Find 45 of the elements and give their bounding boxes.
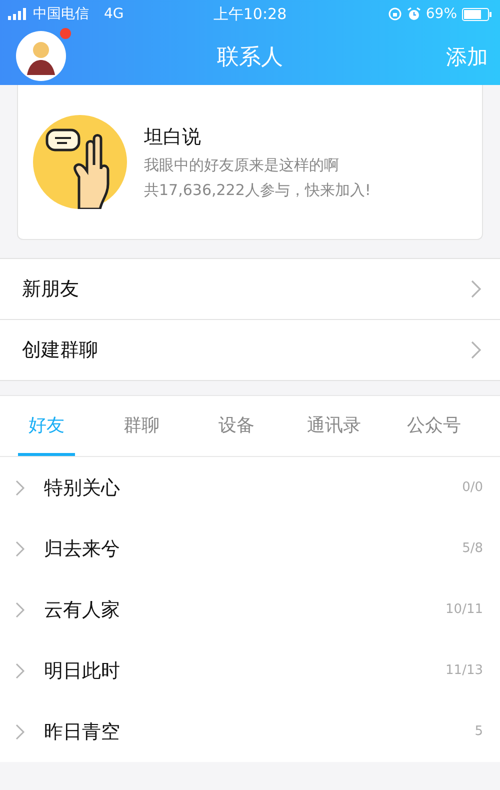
chevron-right-icon (15, 478, 25, 496)
online-count: 5/8 (462, 541, 483, 556)
online-count: 10/11 (446, 602, 483, 617)
hand-speech-icon (33, 115, 127, 209)
group-name: 归去来兮 (44, 536, 121, 562)
tab[interactable]: 公众号 (403, 396, 465, 456)
friend-group[interactable]: 昨日青空 5 (0, 701, 500, 762)
network-type: 4G (104, 6, 124, 22)
clock-time: 上午10:28 (213, 4, 287, 24)
participant-count: 共17,636,222人参与，快来加入! (144, 181, 371, 200)
promo-card[interactable]: 坦白说 我眼中的好友原来是这样的啊 共17,636,222人参与，快来加入! (17, 85, 483, 240)
friend-group[interactable]: 云有人家 10/11 (0, 579, 500, 640)
menu-label: 新朋友 (22, 277, 79, 302)
group-name: 昨日青空 (44, 720, 121, 744)
carrier-name: 中国电信 (33, 5, 89, 23)
tab[interactable]: 群聊 (113, 396, 170, 456)
online-count: 0/0 (462, 480, 483, 495)
alarm-icon (406, 7, 421, 21)
group-name: 云有人家 (44, 598, 121, 622)
tab[interactable]: 设备 (208, 396, 265, 456)
promo-title: 坦白说 (144, 125, 202, 150)
promo-subtitle: 我眼中的好友原来是这样的啊 (144, 156, 340, 175)
battery-percent: 69% (426, 6, 457, 22)
chevron-right-icon (15, 540, 25, 558)
tab[interactable]: 通讯录 (303, 396, 365, 456)
friend-group[interactable]: 特别关心 0/0 (0, 457, 500, 518)
group-name: 明日此时 (44, 658, 121, 684)
chevron-right-icon (15, 662, 25, 680)
chevron-right-icon (15, 600, 25, 618)
signal-icon (8, 8, 28, 20)
chevron-right-icon (470, 279, 482, 299)
online-count: 5 (474, 724, 483, 739)
friend-group[interactable]: 明日此时 11/13 (0, 640, 500, 701)
chevron-right-icon (15, 722, 25, 740)
menu-label: 创建群聊 (22, 338, 98, 363)
group-name: 特别关心 (44, 476, 121, 500)
rotation-lock-icon (388, 7, 402, 21)
battery-icon (462, 8, 492, 20)
chevron-right-icon (470, 340, 482, 360)
menu-item[interactable]: 新朋友 (0, 259, 500, 320)
menu-item[interactable]: 创建群聊 (0, 320, 500, 381)
avatar[interactable] (16, 31, 66, 81)
page-title: 联系人 (217, 44, 283, 72)
friend-group[interactable]: 归去来兮 5/8 (0, 518, 500, 579)
online-count: 11/13 (446, 663, 483, 678)
